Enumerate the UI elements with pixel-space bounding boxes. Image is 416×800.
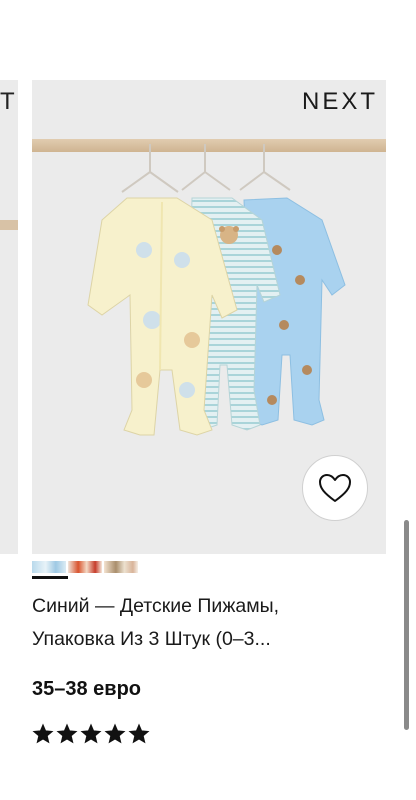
swatch-neutral-pattern[interactable]: [104, 561, 138, 573]
product-title[interactable]: Синий — Детские Пижамы, Упаковка Из 3 Шт…: [32, 590, 382, 656]
scrollbar[interactable]: [404, 520, 409, 730]
star-icon: [56, 723, 78, 744]
selected-swatch-indicator: [32, 576, 68, 579]
heart-outline-icon: [319, 474, 351, 502]
star-icon: [80, 723, 102, 744]
previous-rail: [0, 220, 18, 230]
color-swatches: [32, 561, 142, 577]
product-title-line1: Синий — Детские Пижамы,: [32, 595, 280, 617]
star-icon: [128, 723, 150, 744]
product-price: 35–38 евро: [32, 678, 142, 700]
swatch-red-pattern[interactable]: [68, 561, 102, 573]
star-icon: [32, 723, 54, 744]
product-title-line2: Упаковка Из 3 Штук (0–3...: [32, 628, 271, 650]
hanger-icon: [121, 144, 291, 193]
previous-product-card[interactable]: T: [0, 80, 18, 554]
favorite-button[interactable]: [302, 455, 368, 521]
product-card[interactable]: NEXT: [32, 80, 386, 554]
rating-stars: [32, 723, 150, 745]
previous-brand-logo: T: [0, 88, 18, 115]
star-icon: [104, 723, 126, 744]
swatch-blue[interactable]: [32, 561, 66, 573]
